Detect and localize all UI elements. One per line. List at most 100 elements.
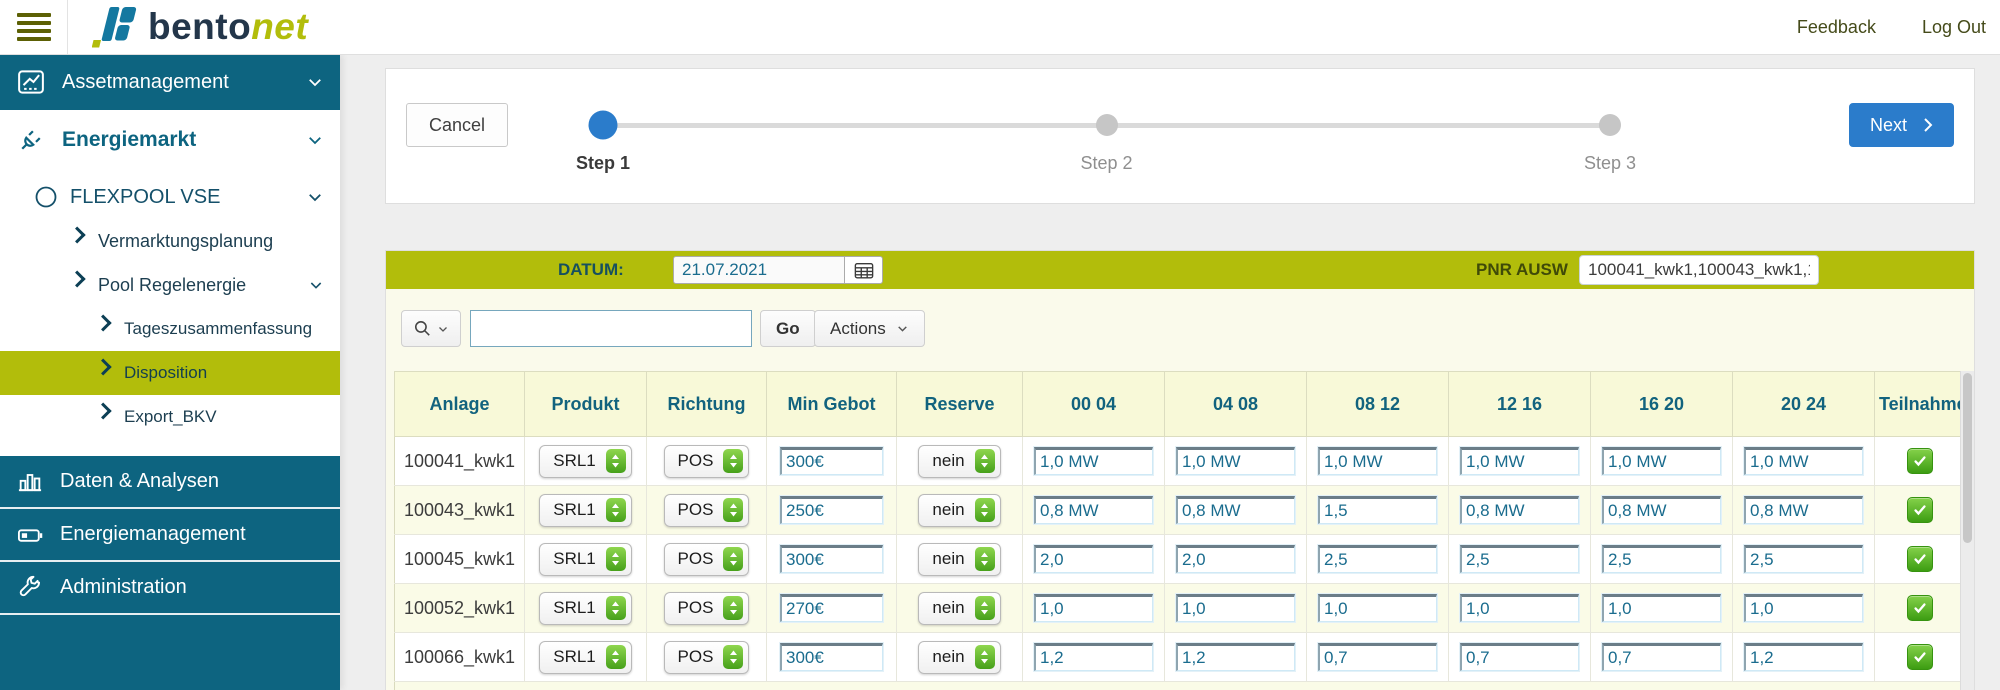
calendar-button[interactable] bbox=[845, 256, 883, 284]
block-08-12-input[interactable] bbox=[1318, 447, 1437, 475]
feedback-link[interactable]: Feedback bbox=[1797, 17, 1876, 38]
block-16-20-input[interactable] bbox=[1602, 447, 1721, 475]
block-04-08-input[interactable] bbox=[1176, 643, 1295, 671]
produkt-select[interactable]: SRL1 bbox=[539, 592, 632, 625]
teilnahme-checkbox[interactable] bbox=[1907, 546, 1933, 572]
teilnahme-checkbox[interactable] bbox=[1907, 497, 1933, 523]
teilnahme-checkbox[interactable] bbox=[1907, 595, 1933, 621]
block-12-16-input[interactable] bbox=[1460, 447, 1579, 475]
check-icon bbox=[1912, 551, 1928, 567]
produkt-cell: SRL1 bbox=[525, 437, 647, 486]
search-input[interactable] bbox=[470, 310, 752, 347]
block-00-04-input[interactable] bbox=[1034, 594, 1153, 622]
brand-logo[interactable]: bentonet bbox=[92, 5, 308, 49]
column-header-00-04: 00 04 bbox=[1023, 372, 1165, 437]
actions-button[interactable]: Actions bbox=[814, 310, 925, 347]
top-header: bentonet Feedback Log Out bbox=[0, 0, 2000, 55]
block-20-24-input[interactable] bbox=[1744, 643, 1863, 671]
anlage-cell: 100045_kwk1 bbox=[395, 535, 525, 584]
richtung-select[interactable]: POS bbox=[664, 445, 750, 478]
block-00-04-input[interactable] bbox=[1034, 643, 1153, 671]
cancel-button[interactable]: Cancel bbox=[406, 103, 508, 147]
logout-link[interactable]: Log Out bbox=[1922, 17, 1986, 38]
search-options-button[interactable] bbox=[401, 310, 461, 347]
reserve-select[interactable]: nein bbox=[918, 494, 1000, 527]
block-16-20-input[interactable] bbox=[1602, 496, 1721, 524]
block-04-08-input[interactable] bbox=[1176, 545, 1295, 573]
block-08-12-input[interactable] bbox=[1318, 496, 1437, 524]
block-16-20-input[interactable] bbox=[1602, 594, 1721, 622]
sidebar-item-flexpool-vse[interactable]: FLEXPOOL VSE bbox=[0, 175, 340, 219]
block-12-16-input[interactable] bbox=[1460, 594, 1579, 622]
richtung-select[interactable]: POS bbox=[664, 641, 750, 674]
sidebar-item-energiemarkt[interactable]: Energiemarkt bbox=[0, 119, 340, 161]
sidebar-item-energiemanagement[interactable]: Energiemanagement bbox=[0, 507, 340, 560]
reserve-select[interactable]: nein bbox=[918, 445, 1000, 478]
sidebar-item-disposition[interactable]: Disposition bbox=[0, 351, 340, 395]
sidebar-item-vermarktungsplanung[interactable]: Vermarktungsplanung bbox=[0, 219, 340, 263]
teilnahme-checkbox[interactable] bbox=[1907, 644, 1933, 670]
select-stepper-icon bbox=[975, 498, 995, 522]
produkt-select[interactable]: SRL1 bbox=[539, 494, 632, 527]
block-12-16-input[interactable] bbox=[1460, 496, 1579, 524]
block-04-08-cell bbox=[1165, 633, 1307, 682]
reserve-select[interactable]: nein bbox=[918, 592, 1000, 625]
hamburger-menu-button[interactable] bbox=[0, 0, 68, 54]
min-gebot-input[interactable] bbox=[780, 447, 883, 475]
min-gebot-input[interactable] bbox=[780, 545, 883, 573]
richtung-select[interactable]: POS bbox=[664, 592, 750, 625]
go-button[interactable]: Go bbox=[760, 310, 816, 347]
sidebar-item-pool-regelenergie[interactable]: Pool Regelenergie bbox=[0, 263, 340, 307]
block-08-12-input[interactable] bbox=[1318, 643, 1437, 671]
richtung-select[interactable]: POS bbox=[664, 494, 750, 527]
min-gebot-input[interactable] bbox=[780, 643, 883, 671]
block-20-24-input[interactable] bbox=[1744, 496, 1863, 524]
min-gebot-input[interactable] bbox=[780, 594, 883, 622]
block-20-24-input[interactable] bbox=[1744, 545, 1863, 573]
step-2-label: Step 2 bbox=[1027, 153, 1187, 174]
block-00-04-input[interactable] bbox=[1034, 496, 1153, 524]
block-08-12-input[interactable] bbox=[1318, 594, 1437, 622]
min-gebot-input[interactable] bbox=[780, 496, 883, 524]
scrollbar-thumb[interactable] bbox=[1963, 373, 1972, 543]
produkt-select[interactable]: SRL1 bbox=[539, 445, 632, 478]
sidebar-item-assetmanagement[interactable]: Assetmanagement bbox=[0, 54, 340, 110]
teilnahme-checkbox[interactable] bbox=[1907, 448, 1933, 474]
block-08-12-input[interactable] bbox=[1318, 545, 1437, 573]
sidebar-item-administration[interactable]: Administration bbox=[0, 560, 340, 613]
sidebar-item-daten-analysen[interactable]: Daten & Analysen bbox=[0, 456, 340, 507]
block-04-08-input[interactable] bbox=[1176, 496, 1295, 524]
step-1-dot bbox=[589, 111, 618, 140]
reserve-cell: nein bbox=[897, 486, 1023, 535]
block-12-16-input[interactable] bbox=[1460, 545, 1579, 573]
min-gebot-cell bbox=[767, 633, 897, 682]
block-00-04-input[interactable] bbox=[1034, 447, 1153, 475]
block-20-24-cell bbox=[1733, 633, 1875, 682]
table-row: 100043_kwk1 SRL1 POS nein bbox=[395, 486, 1965, 535]
richtung-select[interactable]: POS bbox=[664, 543, 750, 576]
block-16-20-input[interactable] bbox=[1602, 545, 1721, 573]
block-04-08-input[interactable] bbox=[1176, 594, 1295, 622]
produkt-select[interactable]: SRL1 bbox=[539, 641, 632, 674]
block-16-20-input[interactable] bbox=[1602, 643, 1721, 671]
pnr-ausw-input[interactable] bbox=[1579, 255, 1819, 285]
next-button[interactable]: Next bbox=[1849, 103, 1954, 147]
block-04-08-input[interactable] bbox=[1176, 447, 1295, 475]
richtung-cell: POS bbox=[647, 535, 767, 584]
block-16-20-cell bbox=[1591, 437, 1733, 486]
block-20-24-input[interactable] bbox=[1744, 447, 1863, 475]
block-00-04-input[interactable] bbox=[1034, 545, 1153, 573]
block-12-16-input[interactable] bbox=[1460, 643, 1579, 671]
reserve-select[interactable]: nein bbox=[918, 543, 1000, 576]
sidebar-item-export-bkv[interactable]: Export_BKV bbox=[0, 395, 340, 439]
reserve-select[interactable]: nein bbox=[918, 641, 1000, 674]
vertical-scrollbar[interactable] bbox=[1960, 371, 1974, 690]
sidebar-item-label: Daten & Analysen bbox=[60, 470, 219, 493]
datum-input[interactable] bbox=[673, 256, 845, 284]
produkt-select[interactable]: SRL1 bbox=[539, 543, 632, 576]
sidebar-item-tageszusammenfassung[interactable]: Tageszusammenfassung bbox=[0, 307, 340, 351]
block-12-16-cell bbox=[1449, 535, 1591, 584]
select-stepper-icon bbox=[606, 547, 626, 571]
main-content: Cancel Step 1 Step 2 Step 3 Next bbox=[340, 54, 2000, 690]
block-20-24-input[interactable] bbox=[1744, 594, 1863, 622]
